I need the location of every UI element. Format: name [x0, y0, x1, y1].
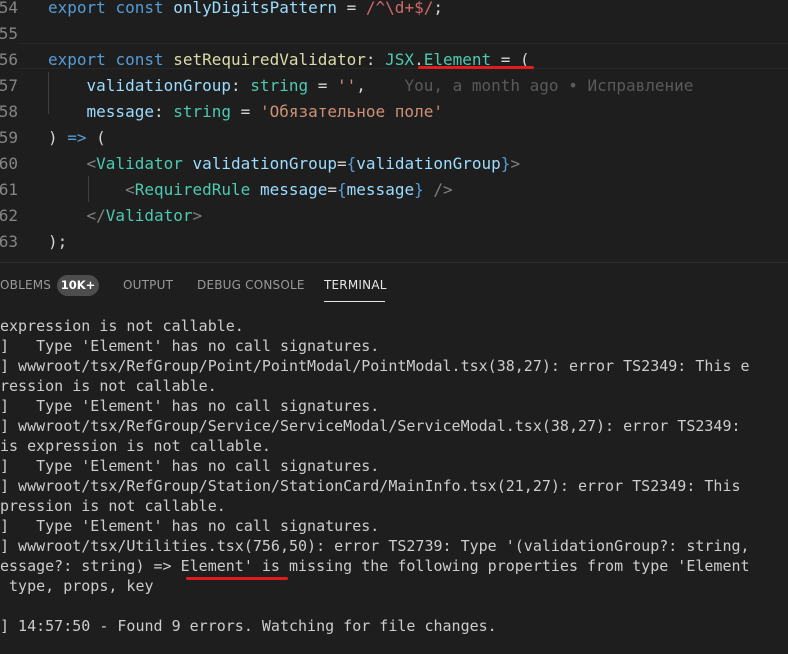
terminal-output[interactable]: expression is not callable. ] Type 'Eleme… — [0, 308, 788, 654]
problems-count-badge: 10K+ — [57, 275, 99, 296]
terminal-line: ] wwwroot/tsx/RefGroup/Point/PointModal/… — [0, 357, 750, 375]
code-text: ); — [48, 232, 68, 251]
line-number: 54 — [0, 0, 18, 17]
code-text: </Validator> — [86, 206, 203, 225]
code-text: export const setRequiredValidator: JSX.E… — [48, 50, 530, 69]
line-number: 63 — [0, 232, 18, 251]
code-text: validationGroup: string = '', You, a mon… — [48, 76, 694, 95]
line-number: 57 — [0, 76, 18, 95]
tab-debug-console[interactable]: DEBUG CONSOLE — [197, 278, 305, 292]
terminal-line: ] wwwroot/tsx/Utilities.tsx(756,50): err… — [0, 537, 750, 555]
error-squiggle — [418, 66, 534, 69]
code-text: message: string = 'Обязательное поле' — [48, 102, 443, 121]
terminal-line: expression is not callable. — [0, 317, 244, 335]
terminal-line: ] wwwroot/tsx/RefGroup/Station/StationCa… — [0, 477, 741, 495]
line-number: 55 — [0, 24, 18, 43]
terminal-line: type, props, key — [0, 577, 154, 595]
code-text: <RequiredRule message={message} /> — [125, 180, 453, 199]
panel-tab-bar: OBLEMS 10K+ OUTPUT DEBUG CONSOLE TERMINA… — [0, 262, 788, 309]
terminal-line: pression is not callable. — [0, 497, 226, 515]
tab-problems[interactable]: OBLEMS — [0, 278, 51, 292]
tab-output[interactable]: OUTPUT — [123, 278, 173, 292]
line-number: 59 — [0, 128, 18, 147]
terminal-line: essage?: string) => Element' is missing … — [0, 557, 750, 575]
code-text: export const onlyDigitsPattern = /^\d+$/… — [48, 0, 443, 17]
code-text: ) => ( — [48, 128, 106, 147]
terminal-line: ] 14:57:50 - Found 9 errors. Watching fo… — [0, 617, 497, 635]
git-blame-annotation: You, a month ago • Исправление — [365, 76, 694, 95]
highlight-underline — [186, 577, 288, 580]
line-number: 58 — [0, 102, 18, 121]
terminal-line: ] Type 'Element' has no call signatures. — [0, 457, 380, 475]
terminal-line: ] Type 'Element' has no call signatures. — [0, 517, 380, 535]
line-number: 60 — [0, 154, 18, 173]
terminal-line: ] Type 'Element' has no call signatures. — [0, 397, 380, 415]
active-tab-indicator — [324, 301, 385, 302]
terminal-line: ] wwwroot/tsx/RefGroup/Service/ServiceMo… — [0, 417, 741, 435]
terminal-line: ] Type 'Element' has no call signatures. — [0, 337, 380, 355]
line-number: 62 — [0, 206, 18, 225]
code-text: <Validator validationGroup={validationGr… — [86, 154, 521, 173]
line-number: 61 — [0, 180, 18, 199]
tab-terminal[interactable]: TERMINAL — [324, 278, 387, 292]
line-number: 56 — [0, 50, 18, 69]
code-editor[interactable]: 54 export const onlyDigitsPattern = /^\d+… — [0, 0, 788, 262]
terminal-line: ression is not callable. — [0, 377, 217, 395]
terminal-line: is expression is not callable. — [0, 437, 271, 455]
